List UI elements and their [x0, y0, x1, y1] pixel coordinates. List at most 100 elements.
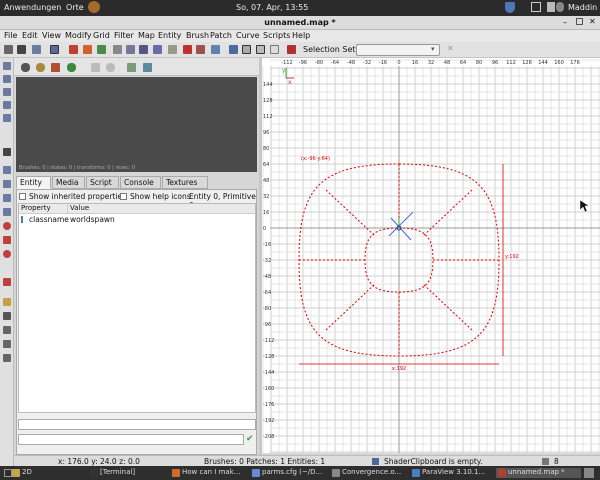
menu-modify[interactable]: Modify — [65, 31, 92, 40]
menu-curve[interactable]: Curve — [236, 31, 260, 40]
deselect-icon[interactable] — [3, 75, 11, 83]
tab-textures[interactable]: Textures — [162, 176, 208, 189]
table-row[interactable]: classname worldspawn — [19, 215, 255, 225]
translate-tool-icon[interactable] — [270, 45, 279, 54]
camera-icon[interactable] — [196, 45, 205, 54]
maximize-icon[interactable] — [576, 18, 583, 25]
power-icon[interactable] — [556, 2, 564, 12]
trash-icon[interactable] — [584, 468, 594, 478]
key-input[interactable] — [18, 419, 256, 430]
menu-edit[interactable]: Edit — [22, 31, 38, 40]
arrows-icon[interactable] — [3, 180, 11, 188]
menu-file[interactable]: File — [4, 31, 17, 40]
texture-icon[interactable] — [3, 148, 11, 156]
paint-icon[interactable] — [3, 298, 11, 306]
menu-help[interactable]: Help — [292, 31, 310, 40]
sync-icon[interactable] — [127, 63, 136, 72]
clipper-icon[interactable] — [168, 45, 177, 54]
pencil-icon[interactable] — [3, 278, 11, 286]
rotate-z-icon[interactable] — [97, 45, 106, 54]
grid-canvas[interactable]: -112 -96 -80 -64 -48 -32 -16 0 16 32 48 64 80 96 112 12… — [262, 58, 600, 453]
tool-icon[interactable] — [3, 326, 11, 334]
tab-console[interactable]: Console — [120, 176, 161, 189]
patch-tool-icon[interactable] — [287, 45, 296, 54]
close-icon[interactable]: ✕ — [589, 17, 596, 26]
menu-view[interactable]: View — [42, 31, 61, 40]
drag-icon[interactable] — [211, 45, 220, 54]
save-icon[interactable] — [17, 45, 26, 54]
csg-subtract-icon[interactable] — [126, 45, 135, 54]
menu-patch[interactable]: Patch — [210, 31, 232, 40]
minimize-icon[interactable]: – — [563, 18, 567, 27]
tool-2-icon[interactable] — [3, 340, 11, 348]
stop-icon[interactable] — [106, 63, 115, 72]
menu-entity[interactable]: Entity — [158, 31, 181, 40]
column-header-property[interactable]: Property — [19, 204, 67, 214]
expand-icon[interactable] — [3, 88, 11, 96]
task-document[interactable]: Convergence.o... — [330, 468, 408, 478]
property-table[interactable]: Property Value classname worldspawn — [18, 203, 256, 413]
rotate-tool-icon[interactable] — [229, 45, 238, 54]
column-header-value[interactable]: Value — [67, 204, 255, 214]
rotate-y-icon[interactable] — [83, 45, 92, 54]
menu-scripts[interactable]: Scripts — [263, 31, 290, 40]
clock[interactable]: So, 07. Apr, 13:55 — [236, 3, 308, 12]
brush-shape-2-icon[interactable] — [3, 236, 11, 244]
task-2d[interactable]: 2D — [10, 468, 88, 478]
mirror-y-icon[interactable] — [3, 114, 11, 122]
tool-3-icon[interactable] — [3, 354, 11, 362]
camera-view[interactable]: Brushes: 0 | states: 0 | transforms: 0 |… — [16, 77, 257, 172]
arrows-2-icon[interactable] — [3, 194, 11, 202]
show-inherited-checkbox[interactable] — [19, 193, 26, 200]
gear-icon[interactable] — [21, 63, 30, 72]
apply-check-icon[interactable]: ✔ — [246, 434, 254, 444]
task-browser[interactable]: How can I mak... — [170, 468, 248, 478]
tab-script[interactable]: Script — [86, 176, 119, 189]
selection-set-dropdown[interactable] — [356, 44, 440, 56]
applications-menu[interactable]: Anwendungen — [4, 3, 61, 12]
open-icon[interactable] — [4, 45, 13, 54]
rotate-x-icon[interactable] — [69, 45, 78, 54]
mirror-icon[interactable] — [3, 101, 11, 109]
arrows-3-icon[interactable] — [3, 208, 11, 216]
grid-view-2d[interactable]: -112 -96 -80 -64 -48 -32 -16 0 16 32 48 64 80 96 112 12… — [262, 58, 600, 453]
flip-x-icon[interactable] — [32, 45, 41, 54]
clear-selection-set-icon[interactable]: ✕ — [447, 44, 454, 53]
grid-icon[interactable] — [51, 63, 60, 72]
user-name[interactable]: Maddin — [568, 3, 597, 12]
network-icon[interactable] — [531, 2, 541, 12]
menu-grid[interactable]: Grid — [93, 31, 110, 40]
system-logo-icon[interactable] — [88, 1, 100, 13]
play-icon[interactable] — [91, 63, 100, 72]
csg-merge-icon[interactable] — [139, 45, 148, 54]
value-input[interactable] — [18, 434, 244, 445]
menu-brush[interactable]: Brush — [186, 31, 209, 40]
menu-map[interactable]: Map — [138, 31, 155, 40]
hollow-icon[interactable] — [153, 45, 162, 54]
bucket-icon[interactable] — [3, 312, 11, 320]
arrow-icon[interactable] — [3, 166, 11, 174]
swap-icon[interactable] — [143, 63, 152, 72]
show-help-checkbox[interactable] — [120, 193, 127, 200]
task-terminal[interactable]: [Terminal] — [88, 468, 166, 478]
texture-lock-icon[interactable] — [183, 45, 192, 54]
tab-media[interactable]: Media — [52, 176, 85, 189]
select-icon[interactable] — [113, 45, 122, 54]
task-map-editor[interactable]: unnamed.map * — [496, 468, 581, 478]
scale-tool-icon[interactable] — [242, 45, 251, 54]
resize-tool-icon[interactable] — [256, 45, 265, 54]
refresh-icon[interactable] — [67, 63, 76, 72]
flip-y-icon[interactable] — [50, 45, 59, 54]
brush-shape-icon[interactable] — [3, 222, 11, 230]
task-editor[interactable]: parms.cfg (~/D... — [250, 468, 328, 478]
menu-filter[interactable]: Filter — [114, 31, 134, 40]
shield-icon[interactable] — [505, 2, 515, 13]
lighting-icon[interactable] — [36, 63, 45, 72]
window-titlebar[interactable]: unnamed.map * – ✕ — [0, 16, 600, 30]
tab-entity[interactable]: Entity — [16, 176, 51, 189]
volume-icon[interactable] — [547, 2, 555, 12]
clone-icon[interactable] — [3, 62, 11, 70]
places-menu[interactable]: Orte — [66, 3, 84, 12]
task-paraview[interactable]: ParaView 3.10.1... — [410, 468, 495, 478]
brush-shape-3-icon[interactable] — [3, 250, 11, 258]
